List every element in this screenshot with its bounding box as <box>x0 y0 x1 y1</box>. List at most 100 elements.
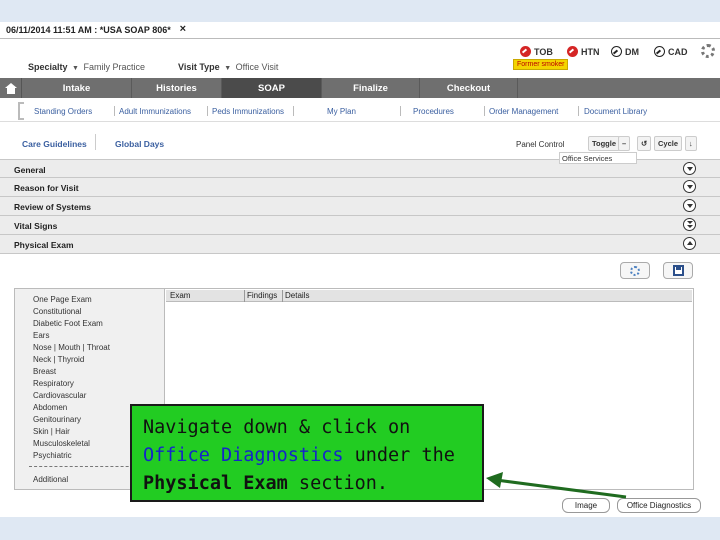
section-title: Review of Systems <box>14 202 92 212</box>
column-divider <box>282 290 283 302</box>
exam-item[interactable]: One Page Exam <box>33 295 92 304</box>
subnav-peds-immunizations[interactable]: Peds Immunizations <box>212 107 284 116</box>
exam-item[interactable]: Breast <box>33 367 56 376</box>
no-sign-icon <box>567 46 578 57</box>
no-sign-icon <box>520 46 531 57</box>
flag-label: HTN <box>581 46 600 57</box>
dropdown-caret-icon: ▼ <box>224 65 232 72</box>
section-title: Physical Exam <box>14 240 74 250</box>
flag-tob[interactable]: TOB <box>520 46 553 57</box>
home-icon <box>4 82 17 94</box>
tab-histories[interactable]: Histories <box>132 78 222 98</box>
cycle-button[interactable]: Cycle <box>654 136 683 151</box>
exam-item[interactable]: Genitourinary <box>33 415 81 424</box>
specialty-selector[interactable]: Specialty ▼ Family Practice <box>28 62 145 72</box>
subnav-document-library[interactable]: Document Library <box>584 107 647 116</box>
subnav-divider <box>400 106 401 116</box>
exam-item-additional[interactable]: Additional <box>33 475 68 484</box>
office-diagnostics-button[interactable]: Office Diagnostics <box>617 498 701 513</box>
tab-finalize[interactable]: Finalize <box>322 78 420 98</box>
global-days-link[interactable]: Global Days <box>115 139 164 149</box>
subnav-my-plan[interactable]: My Plan <box>327 107 356 116</box>
flag-dm[interactable]: DM <box>611 46 639 57</box>
section-physical-exam[interactable]: Physical Exam <box>0 235 720 254</box>
section-title: Vital Signs <box>14 221 58 231</box>
expand-icon[interactable] <box>683 199 696 212</box>
panel-control-label: Panel Control <box>516 140 565 149</box>
no-sign-icon <box>611 46 622 57</box>
exam-item[interactable]: Nose | Mouth | Throat <box>33 343 110 352</box>
exam-item[interactable]: Musculoskeletal <box>33 439 90 448</box>
subnav-divider <box>484 106 485 116</box>
image-button[interactable]: Image <box>562 498 610 513</box>
flag-cad[interactable]: CAD <box>654 46 688 57</box>
exam-item[interactable]: Psychiatric <box>33 451 72 460</box>
tab-soap[interactable]: SOAP <box>222 78 322 98</box>
section-review-of-systems[interactable]: Review of Systems <box>0 197 720 216</box>
save-button[interactable] <box>663 262 693 279</box>
flag-htn[interactable]: HTN <box>567 46 600 57</box>
tab-checkout[interactable]: Checkout <box>420 78 518 98</box>
callout-line-1: Navigate down & click on <box>143 417 411 438</box>
subnav-bracket <box>18 102 24 120</box>
callout-line-2: Office Diagnostics under the <box>143 442 472 470</box>
exam-item[interactable]: Skin | Hair <box>33 427 70 436</box>
subnav-standing-orders[interactable]: Standing Orders <box>34 107 92 116</box>
gear-icon[interactable] <box>701 44 715 58</box>
visit-type-selector[interactable]: Visit Type ▼ Office Visit <box>178 62 278 72</box>
double-expand-icon[interactable] <box>683 218 696 231</box>
callout-text: under the <box>343 445 455 466</box>
exam-item[interactable]: Ears <box>33 331 49 340</box>
exam-item[interactable]: Neck | Thyroid <box>33 355 84 364</box>
encounter-info-bar: Specialty ▼ Family Practice Visit Type ▼… <box>0 40 720 80</box>
dropdown-caret-icon: ▼ <box>72 65 79 72</box>
window-title-tab[interactable]: 06/11/2014 11:51 AM : *USA SOAP 806* × <box>0 22 190 38</box>
specialty-label: Specialty <box>28 62 68 72</box>
exam-item[interactable]: Cardiovascular <box>33 391 86 400</box>
exam-item[interactable]: Abdomen <box>33 403 67 412</box>
care-guidelines-link[interactable]: Care Guidelines <box>22 139 87 149</box>
main-nav: Intake Histories SOAP Finalize Checkout <box>0 78 720 98</box>
flag-label: CAD <box>668 46 688 57</box>
expand-all-button[interactable]: ↓ <box>685 136 697 151</box>
collapse-button[interactable]: – <box>618 136 631 151</box>
subnav-divider <box>207 106 208 116</box>
window-title: 06/11/2014 11:51 AM : *USA SOAP 806* <box>6 25 171 35</box>
column-divider <box>244 290 245 302</box>
expand-icon[interactable] <box>683 180 696 193</box>
former-smoker-badge: Former smoker <box>513 59 569 70</box>
visit-type-label: Visit Type <box>178 62 220 72</box>
tab-intake[interactable]: Intake <box>22 78 132 98</box>
spinner-icon <box>630 265 640 276</box>
toggle-button[interactable]: Toggle <box>588 136 621 151</box>
column-details[interactable]: Details <box>285 291 309 300</box>
subnav-adult-immunizations[interactable]: Adult Immunizations <box>119 107 191 116</box>
title-divider <box>0 38 720 39</box>
subnav-divider <box>114 106 115 116</box>
exam-item[interactable]: Constitutional <box>33 307 81 316</box>
refresh-button[interactable]: ↺ <box>637 136 652 151</box>
section-title: Reason for Visit <box>14 183 79 193</box>
expand-icon[interactable] <box>683 162 696 175</box>
section-reason-for-visit[interactable]: Reason for Visit <box>0 178 720 197</box>
flag-label: DM <box>625 46 639 57</box>
column-exam[interactable]: Exam <box>170 291 190 300</box>
subnav-procedures[interactable]: Procedures <box>413 107 454 116</box>
tutorial-callout: Navigate down & click on Office Diagnost… <box>130 404 484 502</box>
callout-highlight: Office Diagnostics <box>143 445 344 466</box>
soap-sections: General Reason for Visit Review of Syste… <box>0 159 720 254</box>
loading-button[interactable] <box>620 262 650 279</box>
exam-item[interactable]: Diabetic Foot Exam <box>33 319 103 328</box>
exam-item[interactable]: Respiratory <box>33 379 74 388</box>
callout-bold: Physical Exam <box>143 473 288 494</box>
subnav-divider <box>578 106 579 116</box>
callout-line-3: Physical Exam section. <box>143 470 472 498</box>
collapse-icon[interactable] <box>683 237 696 250</box>
column-findings[interactable]: Findings <box>247 291 277 300</box>
section-vital-signs[interactable]: Vital Signs <box>0 216 720 235</box>
office-services-tooltip: Office Services <box>559 152 637 164</box>
callout-text: section. <box>287 473 389 494</box>
subnav-order-management[interactable]: Order Management <box>489 107 558 116</box>
home-button[interactable] <box>0 78 22 98</box>
close-tab-icon[interactable]: × <box>180 23 186 35</box>
